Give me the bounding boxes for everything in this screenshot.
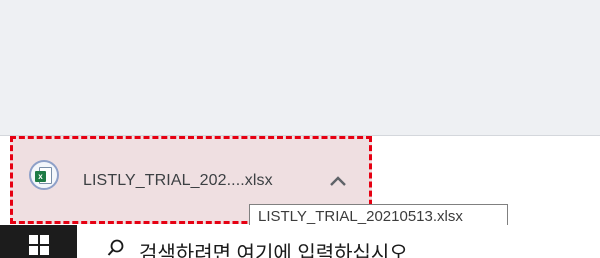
chevron-up-icon[interactable] [329, 175, 347, 187]
windows-logo-icon [29, 235, 49, 255]
download-file-name: LISTLY_TRIAL_202....xlsx [83, 172, 273, 189]
search-icon [107, 239, 124, 256]
search-input[interactable]: 검색하려면 여기에 입력하십시오 [139, 237, 408, 258]
taskbar-search-box[interactable]: 검색하려면 여기에 입력하십시오 [77, 225, 600, 258]
browser-content-area [0, 0, 600, 135]
start-button[interactable] [0, 225, 77, 258]
excel-file-icon: x [29, 160, 59, 190]
taskbar: 검색하려면 여기에 입력하십시오 [0, 225, 600, 258]
